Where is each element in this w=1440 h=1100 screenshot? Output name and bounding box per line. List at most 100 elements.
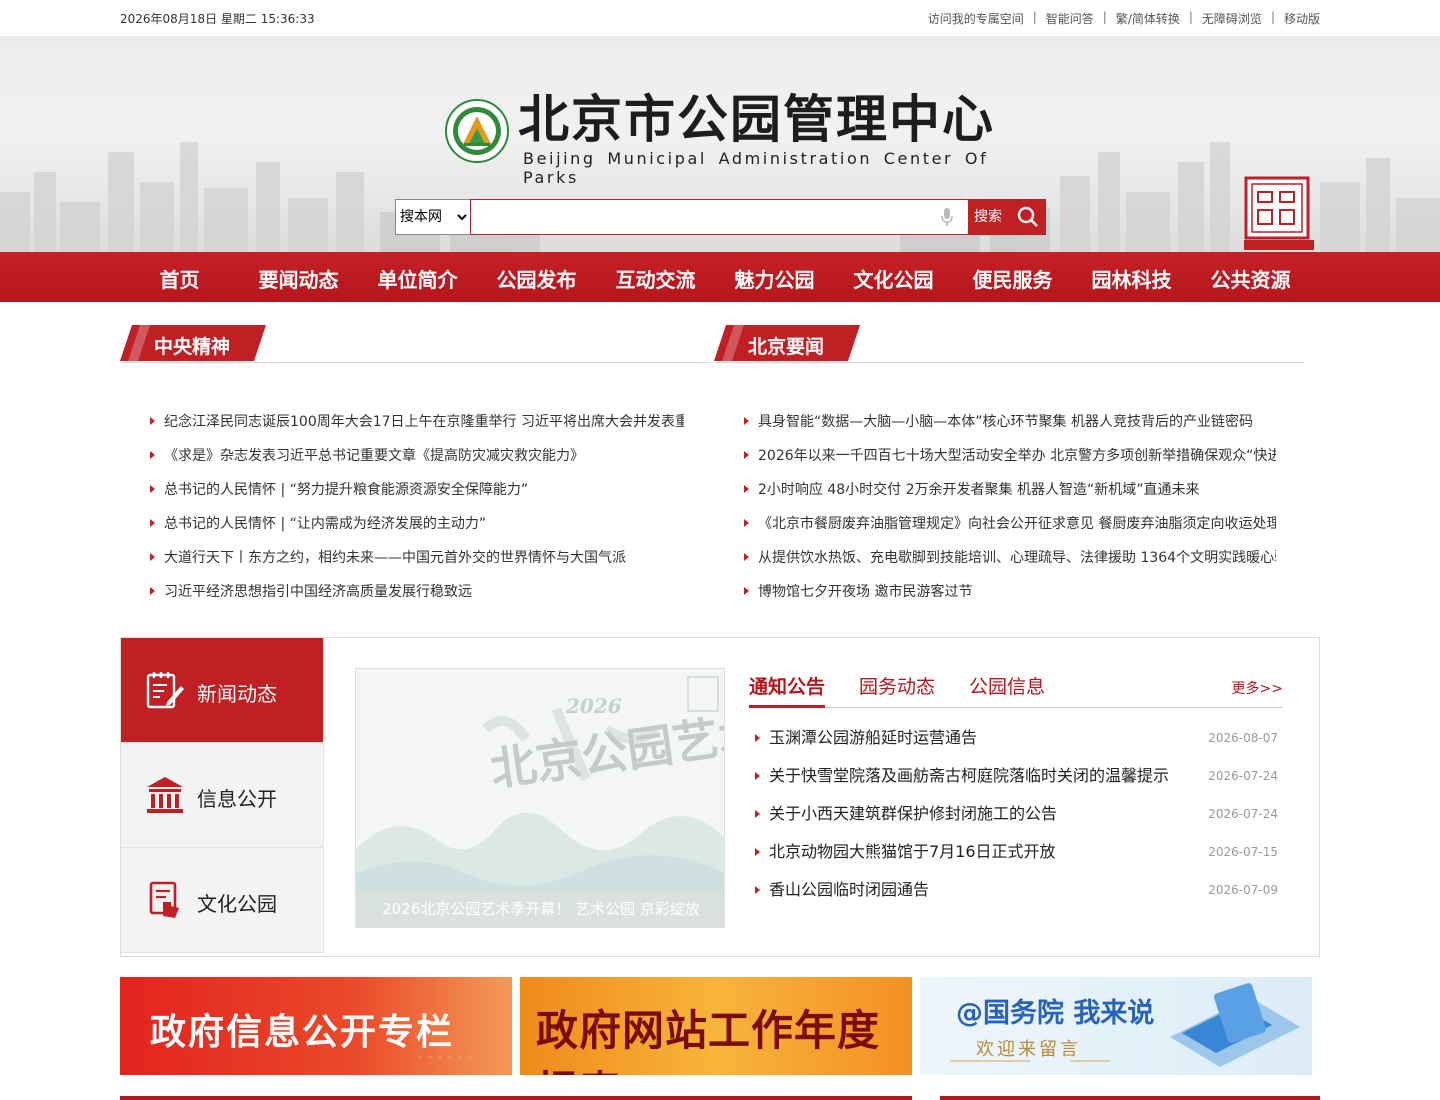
notice-tabs: 通知公告 园务动态 公园信息 更多>> bbox=[749, 668, 1283, 708]
side-tab-news[interactable]: 新闻动态 bbox=[121, 638, 324, 743]
site-title: 北京市公园管理中心 bbox=[518, 90, 996, 150]
banner-subtitle: 欢迎来留言 bbox=[976, 1039, 1081, 1060]
section-tab[interactable]: 北京要闻 bbox=[714, 325, 860, 361]
separator: | bbox=[1188, 10, 1193, 24]
banner-title: @国务院 我来说 bbox=[956, 998, 1155, 1029]
featured-news-image[interactable]: 2026 北京公园艺术季 2026北京公园艺术季开幕！ 艺术公园 京彩绽放 bbox=[355, 668, 725, 928]
site-header: 北京市公园管理中心 Beijing Municipal Administrati… bbox=[0, 36, 1440, 252]
accessibility-link[interactable]: 无障碍浏览 bbox=[1202, 10, 1262, 27]
site-title-english: Beijing Municipal Administration Center … bbox=[523, 149, 989, 187]
nav-public-resources[interactable]: 公共资源 bbox=[1191, 252, 1310, 302]
search-button-label: 搜索 bbox=[974, 209, 1002, 225]
art-season-poster-image: 2026 北京公园艺术季 bbox=[356, 669, 724, 927]
search-icon bbox=[1017, 206, 1038, 227]
search-scope-select[interactable]: 搜本网 bbox=[395, 199, 471, 235]
banner-title: 政府网站工作年度报表 bbox=[536, 1006, 881, 1075]
more-link[interactable]: 更多>> bbox=[1232, 678, 1283, 698]
list-item[interactable]: 《北京市餐厨废弃油脂管理规定》向社会公开征求意见 餐厨废弃油脂须定向收运处理 bbox=[742, 511, 1276, 545]
notice-item[interactable]: 玉渊潭公园游船延时运营通告 2026-08-07 bbox=[749, 720, 1283, 758]
notice-item[interactable]: 关于快雪堂院落及画舫斋古柯庭院落临时关闭的温馨提示 2026-07-24 bbox=[749, 758, 1283, 796]
nav-news[interactable]: 要闻动态 bbox=[239, 252, 358, 302]
notices-section: 通知公告 园务动态 公园信息 更多>> 玉渊潭公园游船延时运营通告 2026-08… bbox=[749, 668, 1283, 910]
beijing-news-section: 北京要闻 具身智能“数据—大脑—小脑—本体”核心环节聚集 机器人竞技背后的产业链… bbox=[714, 325, 1304, 613]
document-hand-icon bbox=[149, 881, 179, 918]
search-button[interactable]: 搜索 bbox=[968, 199, 1046, 235]
traditional-simplified-link[interactable]: 繁/简体转换 bbox=[1116, 10, 1180, 27]
notice-date: 2026-07-24 bbox=[1208, 807, 1278, 821]
nav-home[interactable]: 首页 bbox=[120, 252, 239, 302]
section-header: 中央精神 bbox=[120, 325, 710, 363]
nav-releases[interactable]: 公园发布 bbox=[477, 252, 596, 302]
notice-date: 2026-08-07 bbox=[1208, 731, 1278, 745]
news-panel: 新闻动态 信息公开 文化公园 2026 北京公园艺术季 2026北京公园艺术季开… bbox=[120, 637, 1320, 957]
mobile-version-link[interactable]: 移动版 bbox=[1284, 10, 1320, 27]
nav-culture-parks[interactable]: 文化公园 bbox=[834, 252, 953, 302]
tab-park-affairs[interactable]: 园务动态 bbox=[859, 672, 935, 699]
top-bar: 2026年08月18日 星期二 15:36:33 访问我的专属空间 | 智能问答… bbox=[0, 0, 1440, 36]
side-tab-info-disclosure[interactable]: 信息公开 bbox=[121, 743, 324, 848]
current-date: 2026年08月18日 星期二 15:36:33 bbox=[120, 12, 315, 26]
state-council-message-banner[interactable]: @国务院 我来说 欢迎来留言 bbox=[920, 977, 1312, 1075]
list-item[interactable]: 具身智能“数据—大脑—小脑—本体”核心环节聚集 机器人竞技背后的产业链密码 bbox=[742, 409, 1276, 443]
section-header: 北京要闻 bbox=[714, 325, 1304, 363]
list-item[interactable]: 《求是》杂志发表习近平总书记重要文章《提高防灾减灾救灾能力》 bbox=[148, 443, 684, 477]
site-logo[interactable]: 北京市公园管理中心 Beijing Municipal Administrati… bbox=[444, 90, 1004, 187]
nav-about[interactable]: 单位简介 bbox=[358, 252, 477, 302]
separator: | bbox=[1270, 10, 1275, 24]
side-tab-label: 信息公开 bbox=[197, 787, 277, 811]
list-item[interactable]: 从提供饮水热饭、充电歇脚到技能培训、心理疏导、法律援助 1364个文明实践暖心驿 bbox=[742, 545, 1276, 579]
featured-news-caption: 2026北京公园艺术季开幕！ 艺术公园 京彩绽放 bbox=[356, 891, 724, 927]
list-item[interactable]: 纪念江泽民同志诞辰100周年大会17日上午在京隆重举行 习近平将出席大会并发表重 bbox=[148, 409, 684, 443]
notice-title: 关于快雪堂院落及画舫斋古柯庭院落临时关闭的温馨提示 bbox=[769, 766, 1170, 785]
art-season-year: 2026 bbox=[565, 694, 622, 718]
my-space-link[interactable]: 访问我的专属空间 bbox=[928, 10, 1024, 27]
tab-notices[interactable]: 通知公告 bbox=[749, 672, 826, 708]
smart-qa-link[interactable]: 智能问答 bbox=[1046, 10, 1094, 27]
notice-list: 玉渊潭公园游船延时运营通告 2026-08-07 关于快雪堂院落及画舫斋古柯庭院落… bbox=[749, 720, 1283, 910]
main-nav: 首页 要闻动态 单位简介 公园发布 互动交流 魅力公园 文化公园 便民服务 园林… bbox=[0, 252, 1440, 302]
list-item[interactable]: 总书记的人民情怀 | “努力提升粮食能源资源安全保障能力” bbox=[148, 477, 684, 511]
list-item[interactable]: 大道行天下丨东方之约，相约未来——中国元首外交的世界情怀与大国气派 bbox=[148, 545, 684, 579]
beijing-news-list: 具身智能“数据—大脑—小脑—本体”核心环节聚集 机器人竞技背后的产业链密码 20… bbox=[714, 409, 1304, 613]
list-item[interactable]: 习近平经济思想指引中国经济高质量发展行稳致远 bbox=[148, 579, 684, 613]
gov-info-disclosure-banner[interactable]: 政府信息公开专栏 bbox=[120, 977, 512, 1075]
notice-item[interactable]: 北京动物园大熊猫馆于7月16日正式开放 2026-07-15 bbox=[749, 834, 1283, 872]
notice-date: 2026-07-15 bbox=[1208, 845, 1278, 859]
central-spirit-section: 中央精神 纪念江泽民同志诞辰100周年大会17日上午在京隆重举行 习近平将出席大… bbox=[120, 325, 710, 613]
notice-item[interactable]: 关于小西天建筑群保护修封闭施工的公告 2026-07-24 bbox=[749, 796, 1283, 834]
annual-report-banner[interactable]: 政府网站工作年度报表 bbox=[520, 977, 912, 1075]
microphone-icon[interactable] bbox=[940, 207, 954, 227]
park-emblem-icon bbox=[445, 99, 509, 163]
side-tab-label: 文化公园 bbox=[197, 892, 277, 916]
nav-services[interactable]: 便民服务 bbox=[953, 252, 1072, 302]
notice-title: 香山公园临时闭园通告 bbox=[769, 880, 930, 899]
nav-tech[interactable]: 园林科技 bbox=[1072, 252, 1191, 302]
list-item[interactable]: 博物馆七夕开夜场 邀市民游客过节 bbox=[742, 579, 1276, 613]
list-item[interactable]: 2026年以来一千四百七十场大型活动安全举办 北京警方多项创新举措确保观众“快进 bbox=[742, 443, 1276, 477]
capital-window-seal-icon[interactable] bbox=[1244, 176, 1314, 250]
divider bbox=[120, 1096, 912, 1100]
search-bar: 搜本网 搜索 bbox=[395, 199, 1046, 235]
section-title: 北京要闻 bbox=[748, 336, 825, 358]
separator: | bbox=[1032, 10, 1037, 24]
list-item[interactable]: 2小时响应 48小时交付 2万余开发者聚集 机器人智造“新机域”直通未来 bbox=[742, 477, 1276, 511]
banner-title: 政府信息公开专栏 bbox=[150, 1012, 455, 1053]
notice-title: 玉渊潭公园游船延时运营通告 bbox=[769, 728, 978, 747]
section-tab[interactable]: 中央精神 bbox=[120, 325, 266, 361]
notice-title: 关于小西天建筑群保护修封闭施工的公告 bbox=[769, 804, 1058, 823]
side-tab-label: 新闻动态 bbox=[197, 682, 277, 706]
separator: | bbox=[1102, 10, 1107, 24]
side-tab-culture-parks[interactable]: 文化公园 bbox=[121, 848, 324, 953]
nav-charm-parks[interactable]: 魅力公园 bbox=[715, 252, 834, 302]
nav-interaction[interactable]: 互动交流 bbox=[596, 252, 715, 302]
notice-item[interactable]: 香山公园临时闭园通告 2026-07-09 bbox=[749, 872, 1283, 910]
section-title: 中央精神 bbox=[154, 336, 231, 358]
notice-date: 2026-07-09 bbox=[1208, 883, 1278, 897]
notice-date: 2026-07-24 bbox=[1208, 769, 1278, 783]
notepad-edit-icon bbox=[146, 672, 184, 709]
search-input[interactable] bbox=[470, 199, 970, 235]
divider bbox=[940, 1096, 1320, 1100]
central-news-list: 纪念江泽民同志诞辰100周年大会17日上午在京隆重举行 习近平将出席大会并发表重… bbox=[120, 409, 710, 613]
list-item[interactable]: 总书记的人民情怀 | “让内需成为经济发展的主动力” bbox=[148, 511, 684, 545]
tab-park-info[interactable]: 公园信息 bbox=[969, 672, 1045, 699]
